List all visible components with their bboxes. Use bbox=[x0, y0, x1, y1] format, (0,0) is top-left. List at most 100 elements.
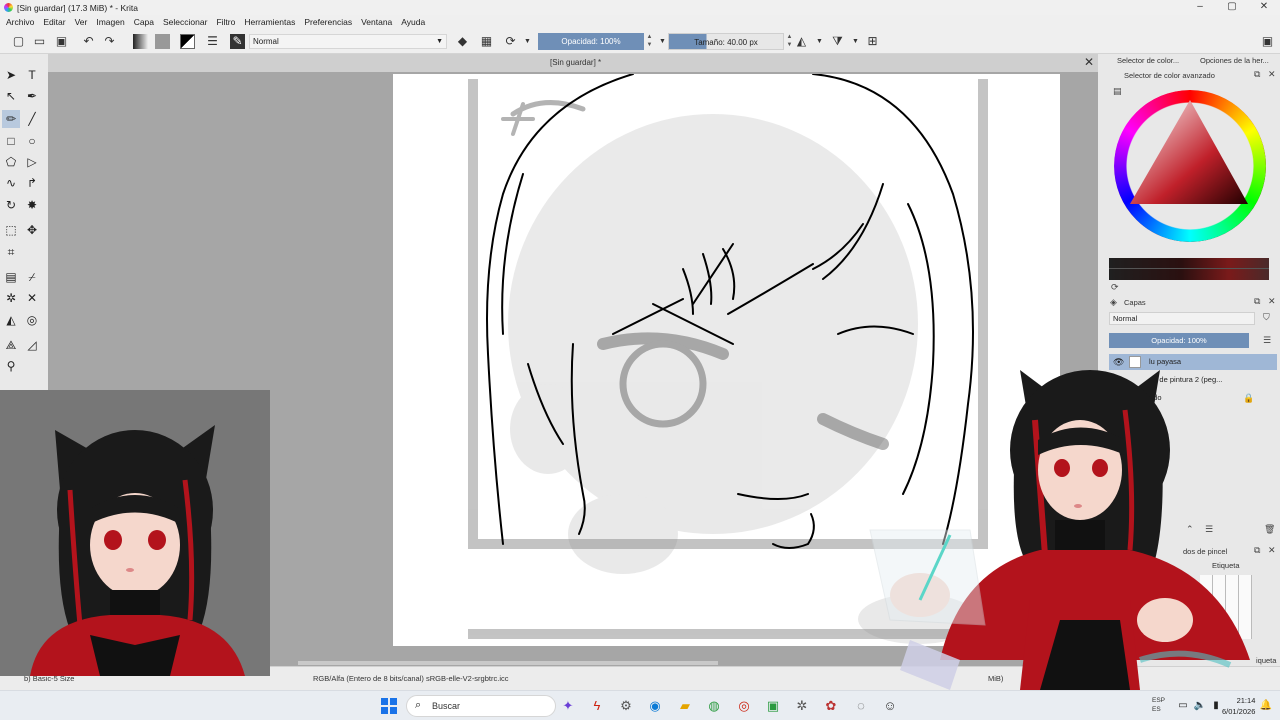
canvas-only-icon[interactable]: ▣ bbox=[1260, 34, 1275, 49]
fill-tool-icon[interactable]: ◭ bbox=[2, 311, 20, 329]
menu-preferencias[interactable]: Preferencias bbox=[304, 17, 352, 27]
polygon-tool-icon[interactable]: ⬠ bbox=[2, 153, 20, 171]
mirror-horizontal-icon[interactable]: ◭ bbox=[794, 34, 809, 49]
measure-tool-icon[interactable]: ⟁ bbox=[2, 336, 20, 354]
text-tool-icon[interactable]: T bbox=[23, 66, 41, 84]
gradient-tool-icon[interactable]: ▤ bbox=[2, 268, 20, 286]
chevron-down-icon[interactable]: ▼ bbox=[520, 34, 535, 49]
polyline-tool-icon[interactable]: ▷ bbox=[23, 153, 41, 171]
close-docker-icon[interactable]: ✕ bbox=[1268, 69, 1276, 80]
volume-icon[interactable]: 🔈 bbox=[1192, 698, 1208, 714]
menu-ver[interactable]: Ver bbox=[75, 17, 88, 27]
bezier-tool-icon[interactable]: ∿ bbox=[2, 174, 20, 192]
system-clock[interactable]: 21:14 6/01/2026 bbox=[1222, 695, 1255, 717]
taskbar-search[interactable]: ⌕ Buscar bbox=[406, 695, 556, 717]
new-document-icon[interactable]: ▢ bbox=[11, 34, 26, 49]
float-layers-icon[interactable]: ⧉ bbox=[1254, 296, 1260, 307]
chevron-down-icon[interactable]: ▼ bbox=[812, 34, 827, 49]
ellipse-tool-icon[interactable]: ○ bbox=[23, 132, 41, 150]
calligraphy-icon[interactable]: ✒ bbox=[23, 87, 41, 105]
line-tool-icon[interactable]: ╱ bbox=[23, 110, 41, 128]
rectangle-tool-icon[interactable]: □ bbox=[2, 132, 20, 150]
crop-tool-icon[interactable]: ⌗ bbox=[2, 243, 20, 261]
freehand-brush-icon[interactable]: ✏ bbox=[2, 110, 20, 128]
menu-ventana[interactable]: Ventana bbox=[361, 17, 392, 27]
fg-bg-color-icon[interactable] bbox=[180, 34, 195, 49]
menu-archivo[interactable]: Archivo bbox=[6, 17, 34, 27]
minimize-button[interactable]: – bbox=[1184, 0, 1216, 15]
undo-icon[interactable]: ↶ bbox=[81, 34, 96, 49]
app-circle-icon[interactable]: ◎ bbox=[736, 698, 752, 714]
krita-taskbar-icon[interactable]: ✿ bbox=[823, 698, 839, 714]
app-green-icon[interactable]: ▣ bbox=[765, 698, 781, 714]
size-spinner-icon[interactable]: ▲ ▼ bbox=[785, 33, 794, 50]
delete-layer-icon[interactable]: 🗑 bbox=[1264, 524, 1275, 535]
transform-tool-icon[interactable]: ⬚ bbox=[2, 221, 20, 239]
menu-filtro[interactable]: Filtro bbox=[216, 17, 235, 27]
menu-imagen[interactable]: Imagen bbox=[96, 17, 124, 27]
color-history-bar[interactable] bbox=[1109, 258, 1269, 280]
edge-browser-icon[interactable]: ◉ bbox=[647, 698, 663, 714]
menu-ayuda[interactable]: Ayuda bbox=[401, 17, 425, 27]
tab-color-selector[interactable]: Selector de color... bbox=[1117, 56, 1179, 65]
chevron-down-icon[interactable]: ▼ bbox=[848, 34, 863, 49]
tab-tool-options[interactable]: Opciones de la her... bbox=[1200, 56, 1269, 65]
menu-editar[interactable]: Editar bbox=[43, 17, 65, 27]
wrap-around-icon[interactable]: ⊞ bbox=[865, 34, 880, 49]
edit-shapes-icon[interactable]: ↖ bbox=[2, 87, 20, 105]
alpha-lock-icon[interactable]: ▦ bbox=[479, 34, 494, 49]
start-button[interactable] bbox=[381, 698, 397, 714]
assistant-tool-icon[interactable]: ✕ bbox=[23, 289, 41, 307]
eraser-icon[interactable]: ◆ bbox=[455, 34, 470, 49]
opacity-spinner-icon[interactable]: ▲ ▼ bbox=[645, 33, 654, 50]
float-docker-icon[interactable]: ⧉ bbox=[1254, 69, 1260, 80]
ruler-tool-icon[interactable]: ◿ bbox=[23, 336, 41, 354]
reload-preset-icon[interactable]: ⟳ bbox=[503, 34, 518, 49]
smart-patch-icon[interactable]: ✲ bbox=[2, 289, 20, 307]
multibrush-icon[interactable]: ✸ bbox=[23, 196, 41, 214]
menu-seleccionar[interactable]: Seleccionar bbox=[163, 17, 207, 27]
filter-icon[interactable]: ⛉ bbox=[1263, 312, 1270, 323]
close-layers-icon[interactable]: ✕ bbox=[1268, 296, 1276, 307]
horizontal-scrollbar[interactable] bbox=[298, 661, 718, 665]
mirror-vertical-icon[interactable]: ⧩ bbox=[830, 34, 845, 49]
select-shapes-icon[interactable]: ➤ bbox=[2, 66, 20, 84]
language-indicator[interactable]: ESP ES bbox=[1152, 696, 1165, 714]
color-wheel[interactable] bbox=[1110, 86, 1272, 248]
app-red-icon[interactable]: ϟ bbox=[589, 698, 605, 714]
brush-preset-icon[interactable]: ✎ bbox=[230, 34, 245, 49]
dynamic-brush-icon[interactable]: ↻ bbox=[2, 196, 20, 214]
layer-menu-icon[interactable]: ☰ bbox=[1263, 335, 1271, 346]
copilot-icon[interactable]: ✦ bbox=[560, 698, 576, 714]
gradient-swatch-icon[interactable] bbox=[133, 34, 148, 49]
layer-blend-select[interactable]: Normal bbox=[1109, 312, 1255, 325]
close-document-icon[interactable]: ✕ bbox=[1084, 55, 1094, 69]
settings-gear-icon[interactable]: ⚙ bbox=[618, 698, 634, 714]
notifications-icon[interactable]: 🔔 bbox=[1258, 698, 1274, 714]
menu-herramientas[interactable]: Herramientas bbox=[244, 17, 295, 27]
maximize-button[interactable]: ▢ bbox=[1216, 0, 1248, 15]
opacity-slider[interactable]: Opacidad: 100% bbox=[538, 33, 644, 50]
save-icon[interactable]: ▣ bbox=[54, 34, 69, 49]
move-tool-icon[interactable]: ✥ bbox=[23, 221, 41, 239]
brush-settings-icon[interactable]: ☰ bbox=[205, 34, 220, 49]
blend-mode-select[interactable]: Normal ▼ bbox=[249, 34, 447, 49]
pattern-swatch-icon[interactable] bbox=[155, 34, 170, 49]
open-folder-icon[interactable]: ▭ bbox=[32, 34, 47, 49]
refresh-icon[interactable]: ⟳ bbox=[1111, 282, 1119, 293]
app-face-icon[interactable]: ☺ bbox=[882, 698, 898, 714]
file-explorer-icon[interactable]: ▰ bbox=[677, 698, 693, 714]
obs-icon[interactable]: ◌ bbox=[853, 698, 869, 714]
network-icon[interactable]: ▭ bbox=[1175, 698, 1191, 714]
redo-icon[interactable]: ↷ bbox=[102, 34, 117, 49]
enclose-fill-icon[interactable]: ◎ bbox=[23, 311, 41, 329]
chrome-browser-icon[interactable]: ◍ bbox=[706, 698, 722, 714]
size-slider[interactable]: Tamaño: 40.00 px bbox=[668, 33, 784, 50]
menu-capa[interactable]: Capa bbox=[134, 17, 154, 27]
close-button[interactable]: ✕ bbox=[1248, 0, 1280, 15]
app-gear-icon[interactable]: ✲ bbox=[794, 698, 810, 714]
color-picker-icon[interactable]: ⌿ bbox=[23, 268, 41, 286]
close-brush-icon[interactable]: ✕ bbox=[1268, 545, 1276, 556]
document-tab[interactable]: [Sin guardar] * bbox=[550, 58, 601, 67]
reference-images-icon[interactable]: ⚲ bbox=[2, 357, 20, 375]
